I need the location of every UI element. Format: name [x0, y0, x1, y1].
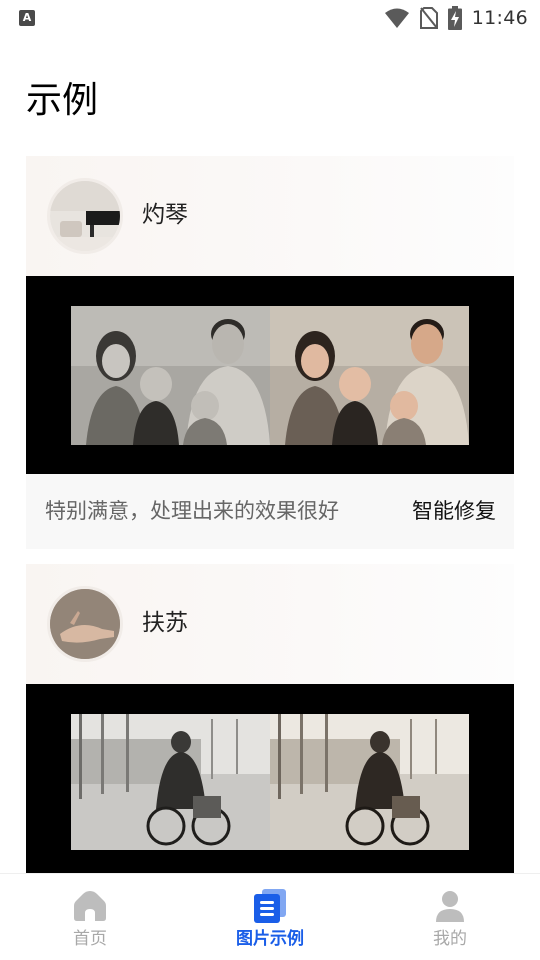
photo-preview[interactable] — [26, 684, 514, 876]
avatar[interactable] — [47, 178, 123, 254]
before-after-image — [71, 714, 469, 850]
nav-label-profile: 我的 — [433, 929, 467, 949]
nav-label-image-examples: 图片示例 — [236, 929, 304, 949]
example-card[interactable]: 扶苏 — [26, 564, 514, 876]
nav-item-image-examples[interactable]: 图片示例 — [180, 874, 360, 960]
card-header: 扶苏 — [26, 564, 514, 684]
nav-item-profile[interactable]: 我的 — [360, 874, 540, 960]
wifi-icon — [384, 7, 410, 29]
photo-preview[interactable] — [26, 276, 514, 474]
before-after-image — [71, 306, 469, 445]
original-photo — [71, 714, 270, 850]
status-time: 11:46 — [471, 7, 528, 29]
restored-photo — [270, 714, 469, 850]
card-header: 灼琴 — [26, 156, 514, 276]
example-card[interactable]: 灼琴 特别满意，处理出来的效果很好 智能修复 — [26, 156, 514, 549]
author-name: 扶苏 — [142, 610, 188, 636]
status-bar: A 11:46 — [0, 0, 540, 36]
battery-charging-icon — [447, 6, 462, 30]
home-icon — [72, 888, 108, 924]
card-footer: 特别满意，处理出来的效果很好 智能修复 — [26, 474, 514, 549]
nav-label-home: 首页 — [73, 929, 107, 949]
restored-photo — [270, 306, 469, 445]
bottom-navigation: 首页 图片示例 我的 — [0, 873, 540, 960]
author-name: 灼琴 — [142, 202, 188, 228]
user-comment: 特别满意，处理出来的效果很好 — [45, 499, 339, 523]
status-icons: 11:46 — [384, 5, 528, 31]
feature-tag-smart-repair[interactable]: 智能修复 — [412, 496, 496, 526]
nav-item-home[interactable]: 首页 — [0, 874, 180, 960]
original-photo — [71, 306, 270, 445]
no-sim-icon — [419, 7, 438, 29]
document-list-icon — [252, 888, 288, 924]
page-title: 示例 — [26, 80, 99, 121]
app-notification-icon: A — [19, 10, 35, 26]
avatar[interactable] — [47, 586, 123, 662]
person-icon — [432, 888, 468, 924]
